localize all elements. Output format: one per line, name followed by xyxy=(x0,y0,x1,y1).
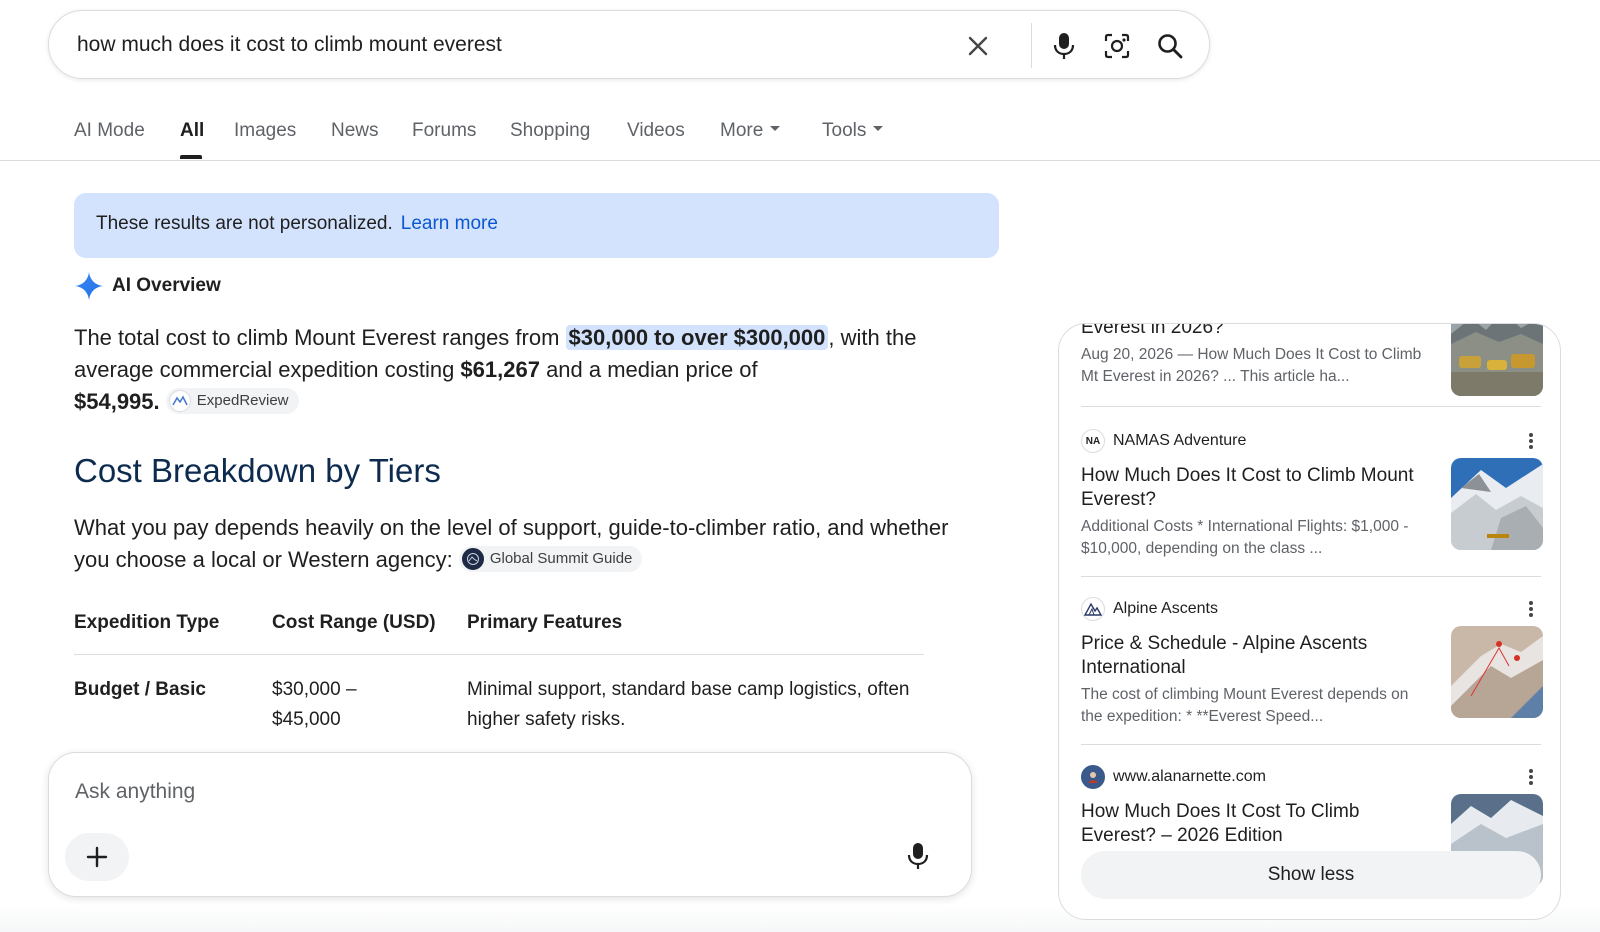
table-cell: Budget / Basic xyxy=(74,679,206,700)
more-options-icon[interactable] xyxy=(1525,430,1537,452)
source-divider xyxy=(1081,744,1541,745)
source-snippet: Aug 20, 2026 — How Much Does It Cost to … xyxy=(1081,346,1422,385)
personalization-notice: These results are not personalized. Learn… xyxy=(74,193,999,258)
table-header-divider xyxy=(74,654,924,655)
summary-text: and a median price of xyxy=(539,357,758,382)
alanarnette-favicon-icon xyxy=(1081,765,1105,789)
header-divider xyxy=(0,160,1600,161)
sparkle-icon xyxy=(75,272,103,300)
search-icon[interactable] xyxy=(1153,29,1187,63)
source-card[interactable]: www.alanarnette.com How Much Does It Cos… xyxy=(1081,764,1543,886)
average-cost: $61,267 xyxy=(460,357,540,382)
global-summit-guide-logo-icon xyxy=(461,548,484,571)
table-header: Cost Range (USD) xyxy=(272,612,436,633)
source-site[interactable]: Alpine Ascents xyxy=(1081,596,1218,622)
tab-tools[interactable]: Tools xyxy=(822,120,884,142)
tab-tools-label: Tools xyxy=(822,120,867,141)
tiers-intro: What you pay depends heavily on the leve… xyxy=(74,512,954,576)
expedreview-logo-icon xyxy=(168,390,191,413)
source-site[interactable]: NA NAMAS Adventure xyxy=(1081,428,1246,454)
source-chip-expedreview[interactable]: ExpedReview xyxy=(165,388,299,415)
ai-overview-summary: The total cost to climb Mount Everest ra… xyxy=(74,322,974,418)
source-card[interactable]: NA NAMAS Adventure How Much Does It Cost… xyxy=(1081,428,1543,588)
more-options-icon[interactable] xyxy=(1525,598,1537,620)
source-title[interactable]: Everest in 2026? xyxy=(1081,324,1426,340)
table-cell: $30,000 – $45,000 xyxy=(272,679,357,730)
ai-overview-label: AI Overview xyxy=(112,275,221,296)
alpine-ascents-favicon-icon xyxy=(1081,597,1105,621)
source-divider xyxy=(1081,406,1541,407)
source-snippet: Additional Costs * International Flights… xyxy=(1081,518,1409,557)
table-cell: Minimal support, standard base camp logi… xyxy=(467,679,910,730)
tab-videos[interactable]: Videos xyxy=(627,120,685,142)
source-divider xyxy=(1081,576,1541,577)
median-cost: $54,995 xyxy=(74,389,154,414)
add-button[interactable] xyxy=(65,833,129,881)
search-input[interactable]: how much does it cost to climb mount eve… xyxy=(77,33,502,57)
highlighted-cost-range: $30,000 to over $300,000 xyxy=(565,325,829,350)
source-site-name: Alpine Ascents xyxy=(1113,600,1218,617)
source-title[interactable]: Price & Schedule - Alpine Ascents Intern… xyxy=(1081,632,1426,680)
namas-favicon-icon: NA xyxy=(1081,429,1105,453)
notice-text: These results are not personalized. xyxy=(96,213,393,234)
summary-period: . xyxy=(153,389,160,414)
source-thumbnail[interactable] xyxy=(1451,324,1543,396)
source-thumbnail[interactable] xyxy=(1451,458,1543,550)
plus-icon xyxy=(86,846,108,868)
source-card[interactable]: Everest in 2026? Aug 20, 2026 — How Much… xyxy=(1081,324,1543,416)
source-site-name: www.alanarnette.com xyxy=(1113,768,1266,785)
tab-all[interactable]: All xyxy=(180,120,204,142)
source-chip-label: Global Summit Guide xyxy=(489,550,633,568)
search-bar[interactable]: how much does it cost to climb mount eve… xyxy=(48,10,1210,79)
ai-overview-header: AI Overview xyxy=(74,270,221,302)
active-tab-indicator xyxy=(180,155,202,159)
sources-panel: Everest in 2026? Aug 20, 2026 — How Much… xyxy=(1058,323,1561,920)
source-title[interactable]: How Much Does It Cost To Climb Everest? … xyxy=(1081,800,1426,848)
search-bar-divider xyxy=(1031,23,1032,68)
source-site[interactable]: www.alanarnette.com xyxy=(1081,764,1266,790)
more-options-icon[interactable] xyxy=(1525,766,1537,788)
source-chip-label: ExpedReview xyxy=(196,392,289,410)
dropdown-caret-icon xyxy=(770,126,781,132)
table-header: Expedition Type xyxy=(74,612,220,633)
microphone-icon[interactable] xyxy=(901,839,935,873)
source-site-name: NAMAS Adventure xyxy=(1113,432,1247,449)
tab-news[interactable]: News xyxy=(331,120,379,142)
show-less-button[interactable]: Show less xyxy=(1081,851,1541,899)
source-chip-global-summit-guide[interactable]: Global Summit Guide xyxy=(458,546,643,573)
ask-anything-input[interactable]: Ask anything xyxy=(75,780,195,804)
learn-more-link[interactable]: Learn more xyxy=(401,213,498,234)
summary-text: The total cost to climb Mount Everest ra… xyxy=(74,325,566,350)
source-card[interactable]: Alpine Ascents Price & Schedule - Alpine… xyxy=(1081,596,1543,756)
microphone-icon[interactable] xyxy=(1047,29,1081,63)
close-icon[interactable] xyxy=(961,29,995,63)
table-header: Primary Features xyxy=(467,612,623,633)
lens-camera-icon[interactable] xyxy=(1100,29,1134,63)
tab-more[interactable]: More xyxy=(720,120,781,142)
tab-forums[interactable]: Forums xyxy=(412,120,476,142)
tab-more-label: More xyxy=(720,120,764,141)
section-heading: Cost Breakdown by Tiers xyxy=(74,452,441,489)
tab-images[interactable]: Images xyxy=(234,120,296,142)
search-results-page: how much does it cost to climb mount eve… xyxy=(0,0,1600,932)
source-title[interactable]: How Much Does It Cost to Climb Mount Eve… xyxy=(1081,464,1426,512)
tab-shopping[interactable]: Shopping xyxy=(510,120,590,142)
dropdown-caret-icon xyxy=(873,126,884,132)
source-snippet: The cost of climbing Mount Everest depen… xyxy=(1081,686,1409,725)
tab-ai-mode[interactable]: AI Mode xyxy=(74,120,145,142)
ask-anything-box[interactable]: Ask anything xyxy=(48,752,972,897)
source-thumbnail[interactable] xyxy=(1451,626,1543,718)
